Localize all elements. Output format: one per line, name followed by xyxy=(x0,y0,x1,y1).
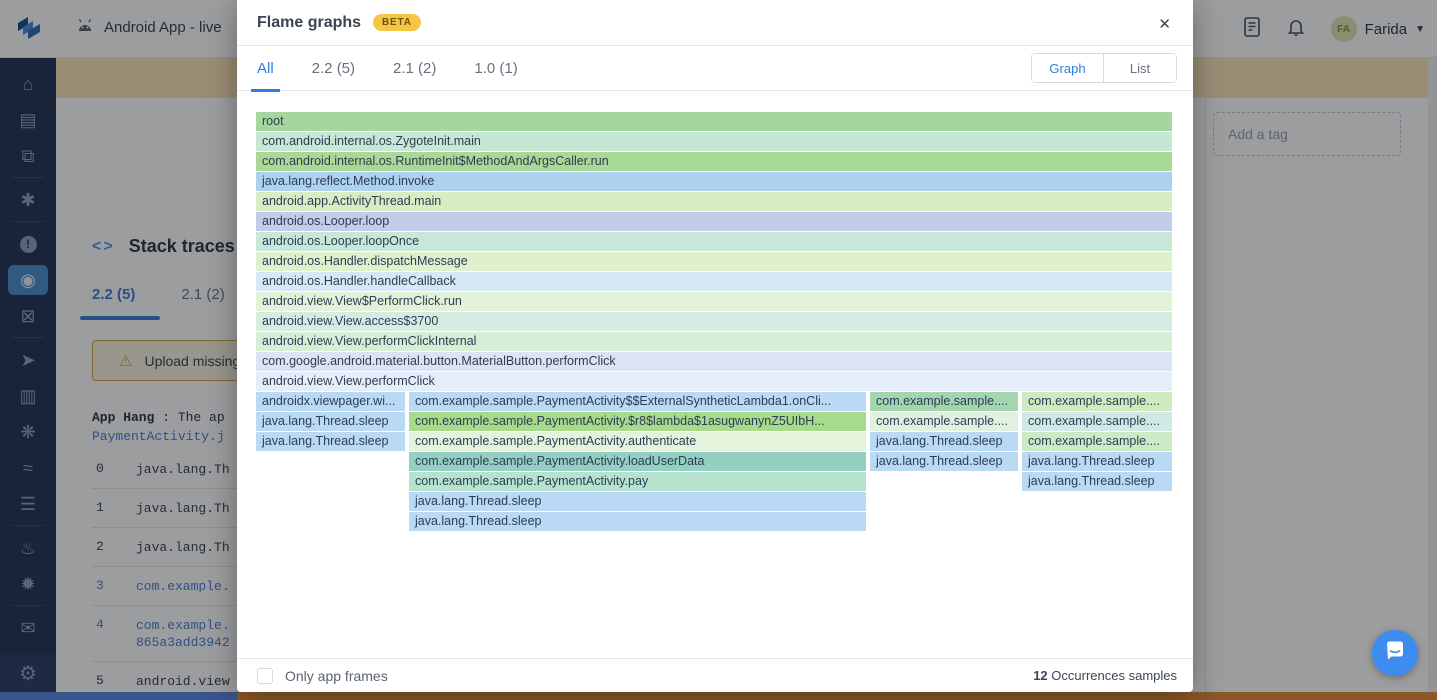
flame-frame-cell[interactable]: com.android.internal.os.RuntimeInit$Meth… xyxy=(256,152,1172,171)
modal-footer: Only app frames 12 Occurrences samples xyxy=(237,658,1193,692)
flame-frame-cell[interactable]: android.view.View.performClick xyxy=(256,372,1172,391)
tab-all[interactable]: All xyxy=(251,46,280,92)
chat-widget-button[interactable] xyxy=(1372,630,1418,676)
close-icon[interactable]: ✕ xyxy=(1154,13,1175,35)
flame-frame-cell[interactable]: android.app.ActivityThread.main xyxy=(256,192,1172,211)
flame-frame-cell[interactable]: java.lang.reflect.Method.invoke xyxy=(256,172,1172,191)
flame-frame-cell[interactable]: com.example.sample.PaymentActivity.pay xyxy=(409,472,866,491)
flame-frame-cell[interactable]: com.android.internal.os.ZygoteInit.main xyxy=(256,132,1172,151)
modal-title: Flame graphs xyxy=(257,13,362,31)
flame-frame-cell[interactable]: android.os.Handler.dispatchMessage xyxy=(256,252,1172,271)
flame-frame-cell[interactable]: com.google.android.material.button.Mater… xyxy=(256,352,1172,371)
flame-frame-cell[interactable]: com.example.sample.PaymentActivity.loadU… xyxy=(409,452,866,471)
modal-tabbar: All 2.2 (5) 2.1 (2) 1.0 (1) Graph List xyxy=(237,46,1193,92)
flame-frame-cell[interactable]: java.lang.Thread.sleep xyxy=(870,452,1018,471)
flame-frame-cell[interactable]: android.os.Looper.loop xyxy=(256,212,1172,231)
tab-2-2[interactable]: 2.2 (5) xyxy=(312,46,355,91)
chat-bubble-icon xyxy=(1384,640,1406,667)
only-app-frames-checkbox[interactable] xyxy=(257,667,273,684)
flame-frame-cell[interactable]: com.example.sample.PaymentActivity.$r8$l… xyxy=(409,412,866,431)
occurrences-label: Occurrences samples xyxy=(1047,668,1177,683)
view-toggle: Graph List xyxy=(1031,53,1177,83)
flame-frame-cell[interactable]: com.example.sample.... xyxy=(870,412,1018,431)
flame-frame-cell[interactable]: androidx.viewpager.wi... xyxy=(256,392,405,411)
flame-frame-cell[interactable]: java.lang.Thread.sleep xyxy=(409,512,866,531)
flame-frame-cell[interactable]: java.lang.Thread.sleep xyxy=(256,412,405,431)
flame-frame-cell[interactable]: java.lang.Thread.sleep xyxy=(870,432,1018,451)
flame-graph: root com.android.internal.os.ZygoteInit.m… xyxy=(256,112,1172,532)
flame-frame-cell[interactable]: android.view.View$PerformClick.run xyxy=(256,292,1172,311)
tab-2-1[interactable]: 2.1 (2) xyxy=(393,46,436,91)
list-view-button[interactable]: List xyxy=(1104,54,1176,82)
flame-frame-cell[interactable]: com.example.sample.... xyxy=(1022,392,1172,411)
flame-frame-cell[interactable]: com.example.sample.... xyxy=(870,392,1018,411)
flame-frame-cell[interactable]: java.lang.Thread.sleep xyxy=(1022,472,1172,491)
flame-graphs-modal: Flame graphs BETA ✕ All 2.2 (5) 2.1 (2) … xyxy=(237,0,1193,692)
modal-header: Flame graphs BETA xyxy=(237,0,1193,46)
occurrences-count: 12 xyxy=(1033,668,1048,683)
flame-frame-cell[interactable]: com.example.sample.... xyxy=(1022,432,1172,451)
flame-frame-cell[interactable]: android.view.View.access$3700 xyxy=(256,312,1172,331)
tab-1-0[interactable]: 1.0 (1) xyxy=(474,46,517,91)
beta-badge: BETA xyxy=(373,14,421,31)
flame-frame-cell[interactable]: com.example.sample.PaymentActivity$$Exte… xyxy=(409,392,866,411)
flame-frame-cell[interactable]: android.os.Handler.handleCallback xyxy=(256,272,1172,291)
flame-frame-cell[interactable]: java.lang.Thread.sleep xyxy=(256,432,405,451)
flame-frame-cell[interactable]: root xyxy=(256,112,1172,131)
flame-frame-cell[interactable]: android.os.Looper.loopOnce xyxy=(256,232,1172,251)
flame-frame-cell[interactable]: java.lang.Thread.sleep xyxy=(409,492,866,511)
flame-frame-cell[interactable]: android.view.View.performClickInternal xyxy=(256,332,1172,351)
graph-view-button[interactable]: Graph xyxy=(1032,54,1104,82)
occurrences-samples: 12 Occurrences samples xyxy=(1033,668,1177,683)
flame-frame-cell[interactable]: java.lang.Thread.sleep xyxy=(1022,452,1172,471)
flame-frame-cell[interactable]: com.example.sample.PaymentActivity.authe… xyxy=(409,432,866,451)
only-app-frames-label: Only app frames xyxy=(285,667,388,684)
flame-frame-cell[interactable]: com.example.sample.... xyxy=(1022,412,1172,431)
